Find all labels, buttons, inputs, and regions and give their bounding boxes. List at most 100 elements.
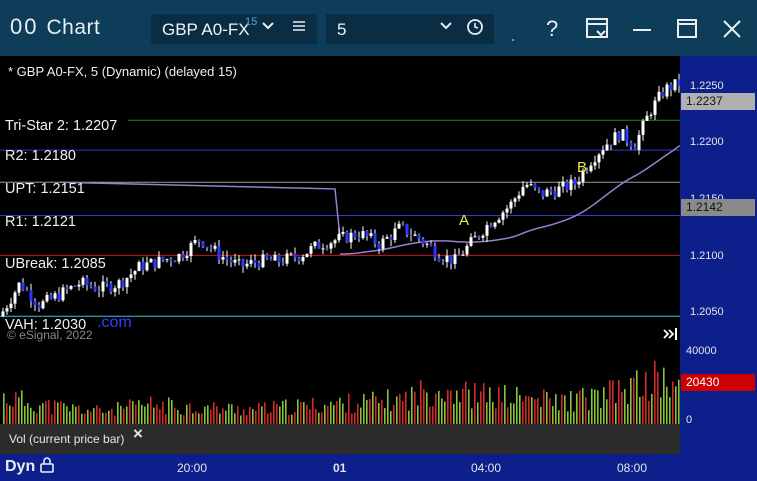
candle-body bbox=[541, 190, 545, 197]
volume-bar bbox=[159, 409, 161, 424]
candle-body bbox=[221, 257, 225, 260]
candle-body bbox=[69, 286, 73, 289]
candle-body bbox=[589, 165, 593, 172]
volume-bar bbox=[342, 403, 344, 424]
candle-body bbox=[673, 79, 677, 91]
volume-bar bbox=[108, 410, 110, 424]
volume-bar bbox=[54, 400, 56, 424]
scroll-to-end-icon[interactable] bbox=[663, 327, 679, 344]
volume-bar bbox=[420, 380, 422, 424]
candle-body bbox=[165, 259, 169, 261]
time-tick: 01 bbox=[333, 461, 347, 475]
interval-selector[interactable]: 5 bbox=[326, 14, 494, 44]
volume-bar bbox=[594, 389, 596, 424]
volume-bar bbox=[636, 370, 638, 424]
volume-bar bbox=[663, 367, 665, 424]
level-label-upt: UPT: 1.2151 bbox=[5, 181, 85, 197]
candle-body bbox=[137, 262, 141, 272]
close-icon[interactable] bbox=[717, 14, 747, 44]
volume-bar bbox=[282, 400, 284, 424]
candle-body bbox=[513, 198, 517, 202]
price-chart-svg[interactable] bbox=[0, 56, 681, 344]
volume-bar bbox=[357, 403, 359, 424]
volume-bar bbox=[618, 379, 620, 424]
lock-icon[interactable] bbox=[39, 457, 54, 473]
volume-bar bbox=[576, 393, 578, 424]
candle-body bbox=[301, 257, 305, 262]
candle-body bbox=[321, 248, 325, 250]
volume-bar bbox=[459, 401, 461, 424]
candle-body bbox=[197, 240, 201, 242]
candle-body bbox=[13, 292, 17, 304]
clock-icon[interactable] bbox=[466, 18, 483, 35]
volume-bar bbox=[561, 394, 563, 424]
candle-body bbox=[441, 261, 445, 263]
candle-body bbox=[129, 274, 133, 279]
maximize-icon[interactable] bbox=[672, 14, 702, 44]
candle-body bbox=[449, 255, 453, 264]
candle-body bbox=[633, 146, 637, 151]
volume-bar bbox=[192, 413, 194, 424]
volume-bar bbox=[219, 413, 221, 424]
minimize-icon[interactable] bbox=[627, 14, 657, 44]
candle-body bbox=[349, 232, 353, 243]
volume-bar bbox=[195, 411, 197, 424]
candle-body bbox=[373, 233, 377, 244]
volume-bar bbox=[27, 403, 29, 424]
close-study-icon[interactable]: × bbox=[133, 424, 143, 444]
volume-bar bbox=[393, 404, 395, 424]
volume-bar bbox=[627, 404, 629, 424]
candle-body bbox=[669, 84, 673, 91]
candle-body bbox=[629, 142, 633, 147]
volume-bar bbox=[18, 397, 20, 424]
chevron-down-icon[interactable] bbox=[261, 19, 275, 36]
volume-bar bbox=[600, 408, 602, 424]
candle-body bbox=[637, 134, 641, 151]
candle-body bbox=[601, 150, 605, 155]
candle-body bbox=[149, 259, 153, 263]
symbol-selector[interactable]: GBP A0-FX 15 bbox=[151, 14, 317, 44]
volume-bar bbox=[501, 402, 503, 424]
volume-bar bbox=[291, 414, 293, 424]
volume-pane[interactable] bbox=[0, 344, 680, 424]
chevron-down-icon[interactable] bbox=[439, 19, 453, 36]
svg-text:?: ? bbox=[546, 16, 558, 41]
help-icon[interactable]: ? bbox=[538, 14, 568, 44]
volume-bar bbox=[6, 403, 8, 424]
volume-bar bbox=[654, 360, 656, 424]
candle-body bbox=[193, 240, 197, 244]
candle-body bbox=[325, 248, 329, 250]
candle-body bbox=[277, 254, 281, 263]
candle-body bbox=[413, 234, 417, 236]
dynamic-mode[interactable]: Dyn bbox=[5, 457, 54, 476]
symbol-text[interactable]: GBP A0-FX bbox=[162, 20, 250, 40]
candle-body bbox=[453, 254, 457, 264]
candle-body bbox=[33, 301, 37, 305]
window-title: Chart bbox=[46, 16, 101, 39]
interval-text[interactable]: 5 bbox=[337, 20, 346, 40]
volume-bar bbox=[315, 408, 317, 424]
candle-body bbox=[429, 243, 433, 246]
volume-bar bbox=[261, 406, 263, 424]
volume-chart-svg[interactable] bbox=[0, 344, 680, 424]
volume-bar bbox=[63, 403, 65, 424]
overflow-icon[interactable] bbox=[505, 14, 535, 44]
candle-body bbox=[141, 262, 145, 271]
candle-body bbox=[421, 238, 425, 244]
candle-body bbox=[73, 286, 77, 288]
volume-bar bbox=[336, 401, 338, 424]
volume-bar bbox=[147, 403, 149, 424]
last-volume-box: 20430 bbox=[681, 374, 755, 391]
template-icon[interactable] bbox=[583, 14, 613, 44]
volume-bar bbox=[273, 400, 275, 424]
symbol-menu-icon[interactable] bbox=[292, 17, 306, 38]
volume-bar bbox=[240, 415, 242, 424]
volume-bar bbox=[138, 400, 140, 424]
volume-bar bbox=[24, 405, 26, 424]
volume-bar bbox=[537, 398, 539, 424]
candle-body bbox=[49, 294, 53, 299]
volume-bar bbox=[360, 407, 362, 424]
candle-body bbox=[609, 144, 613, 146]
price-chart-pane[interactable] bbox=[0, 56, 681, 344]
last-price-box: 1.2237 bbox=[681, 93, 755, 110]
